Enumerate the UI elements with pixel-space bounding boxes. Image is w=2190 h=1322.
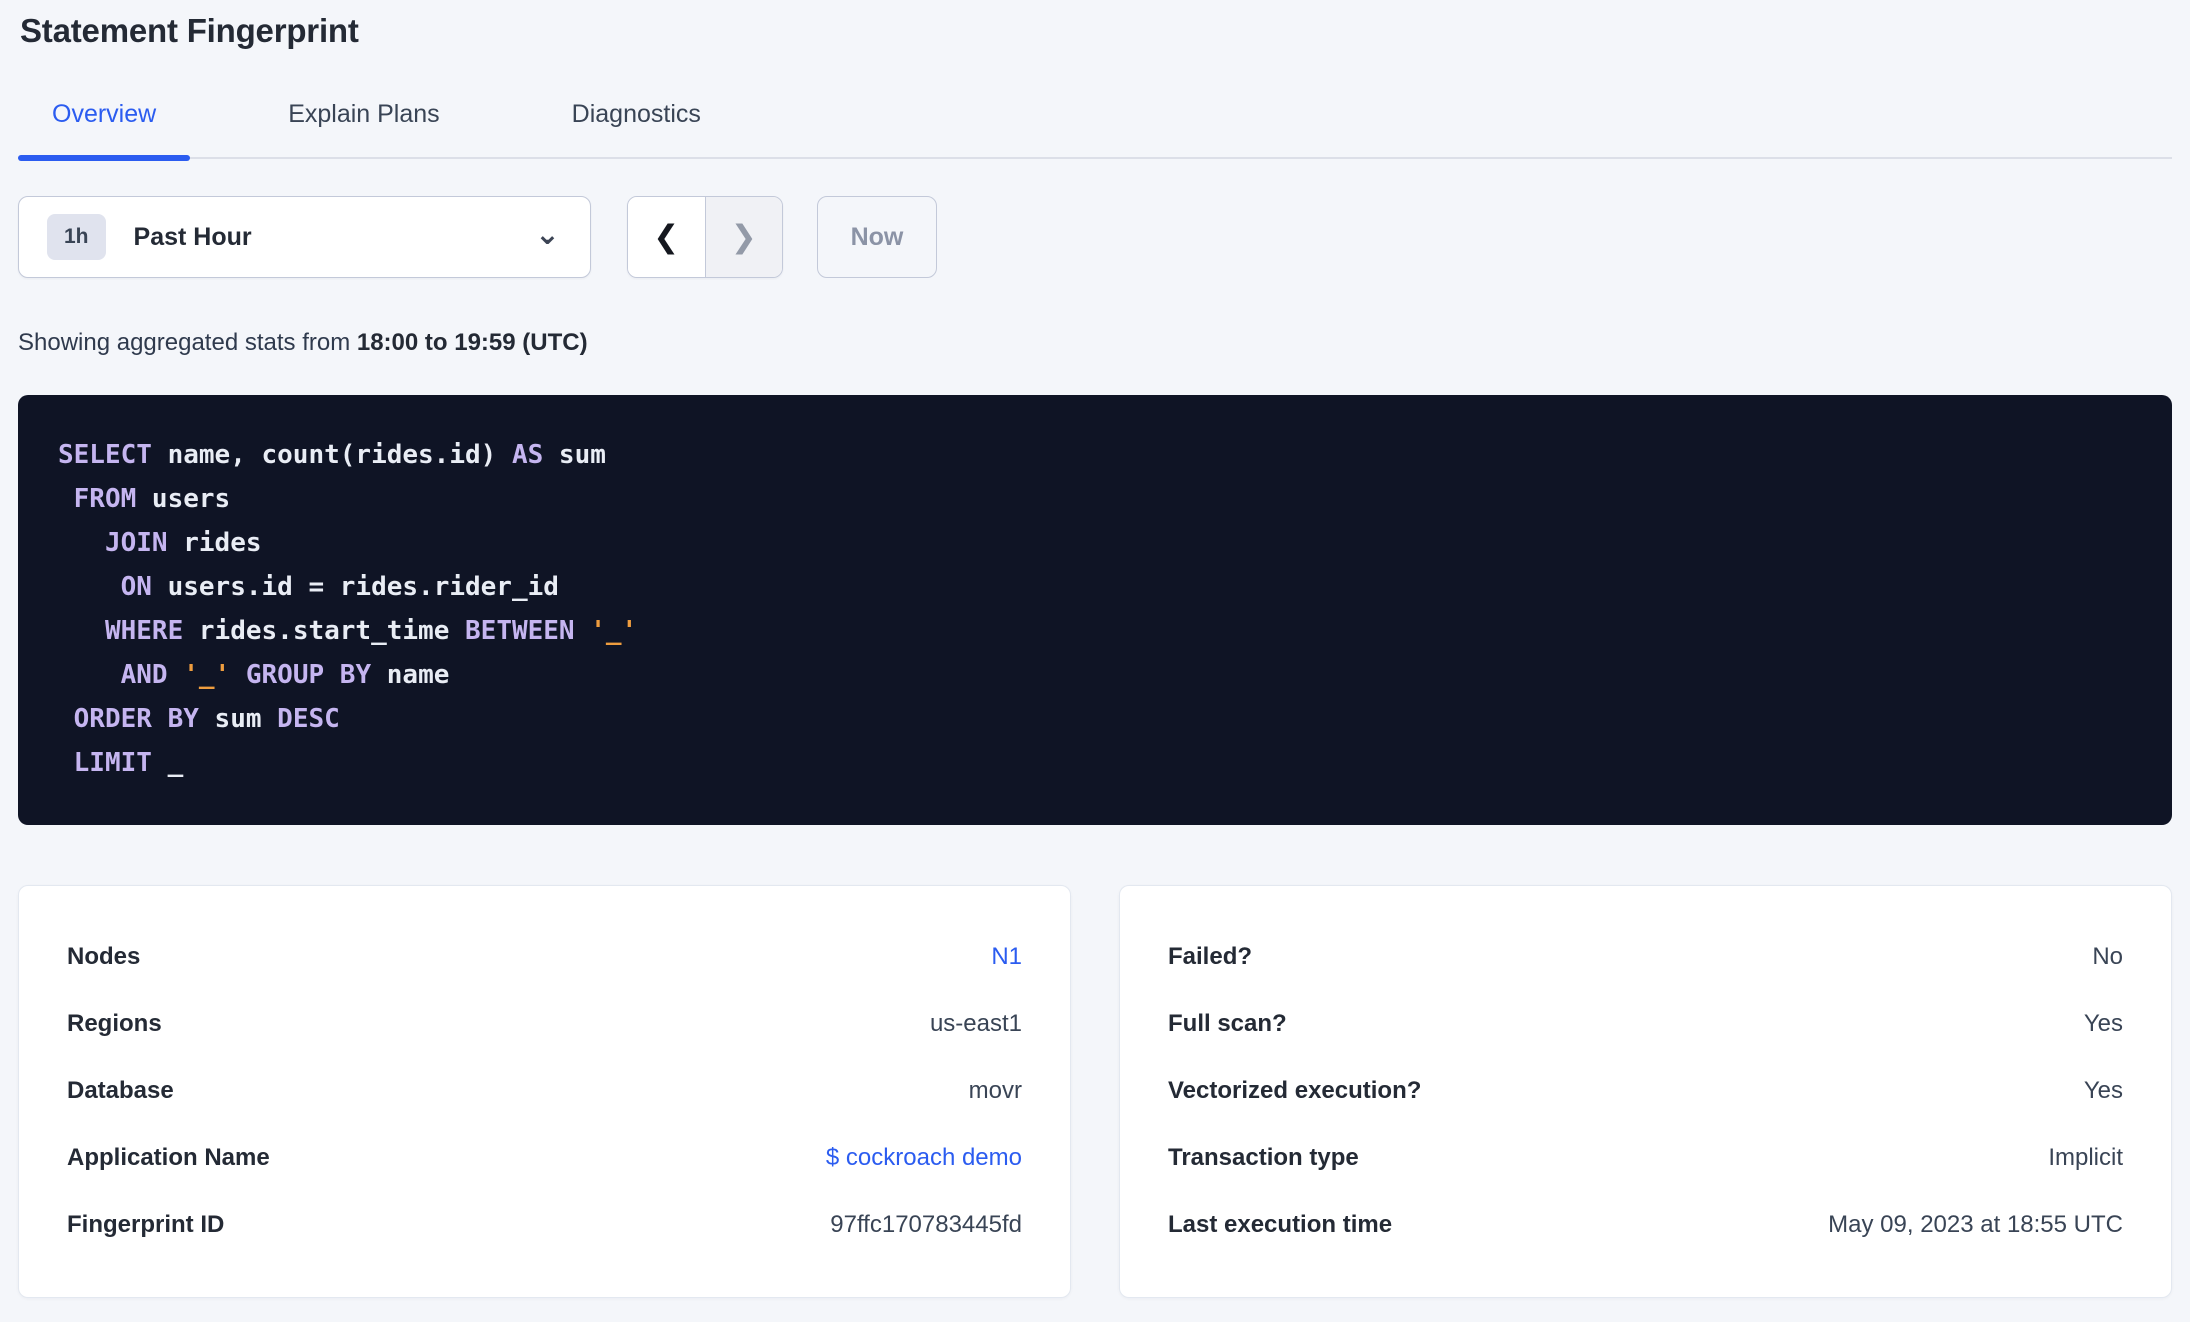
- tab-diagnostics[interactable]: Diagnostics: [538, 100, 735, 157]
- last-execution-time-value: May 09, 2023 at 18:55 UTC: [1828, 1211, 2123, 1238]
- fingerprint-id-label: Fingerprint ID: [67, 1211, 225, 1238]
- sql-statement-box: SELECT name, count(rides.id) AS sum FROM…: [18, 395, 2172, 825]
- regions-value: us-east1: [929, 1010, 1022, 1037]
- previous-interval-button[interactable]: ❮: [628, 197, 705, 277]
- row-last-execution-time: Last execution time May 09, 2023 at 18:5…: [1168, 1210, 2123, 1240]
- nodes-link[interactable]: N1: [991, 942, 1022, 972]
- chevron-down-icon: ⌄: [534, 218, 560, 251]
- row-failed: Failed? No: [1168, 942, 2123, 972]
- sql-line: LIMIT _: [73, 748, 184, 778]
- vectorized-label: Vectorized execution?: [1168, 1077, 1422, 1104]
- next-interval-button[interactable]: ❯: [704, 197, 782, 277]
- stats-prefix: Showing aggregated stats from: [18, 329, 357, 356]
- failed-label: Failed?: [1168, 943, 1253, 970]
- chevron-right-icon: ❯: [730, 219, 757, 255]
- application-name-label: Application Name: [67, 1144, 270, 1171]
- sql-line: ORDER BY sum DESC: [73, 704, 340, 734]
- sql-line: SELECT name, count(rides.id) AS sum: [58, 440, 606, 470]
- interval-label: Past Hour: [133, 222, 252, 251]
- statement-details-card: Nodes N1 Regions us-east1 Database movr …: [18, 885, 1071, 1298]
- page-title: Statement Fingerprint: [20, 12, 359, 49]
- transaction-type-label: Transaction type: [1168, 1144, 1359, 1171]
- row-fingerprint-id: Fingerprint ID 97ffc170783445fd: [67, 1210, 1022, 1240]
- now-button[interactable]: Now: [817, 196, 937, 278]
- tab-overview[interactable]: Overview: [18, 100, 191, 161]
- sql-line: WHERE rides.start_time BETWEEN '_': [104, 616, 638, 646]
- application-name-link[interactable]: $ cockroach demo: [826, 1143, 1022, 1173]
- summary-cards: Nodes N1 Regions us-east1 Database movr …: [18, 885, 2172, 1298]
- row-full-scan: Full scan? Yes: [1168, 1009, 2123, 1039]
- row-regions: Regions us-east1: [67, 1009, 1022, 1039]
- sql-line: AND '_' GROUP BY name: [120, 660, 450, 690]
- full-scan-value: Yes: [2083, 1010, 2123, 1037]
- failed-value: No: [2092, 943, 2123, 970]
- statement-fingerprint-page: Statement Fingerprint Overview Explain P…: [18, 0, 2172, 1298]
- execution-attributes-card: Failed? No Full scan? Yes Vectorized exe…: [1119, 885, 2172, 1298]
- aggregated-stats-line: Showing aggregated stats from 18:00 to 1…: [18, 329, 2172, 357]
- last-execution-time-label: Last execution time: [1168, 1211, 1393, 1238]
- full-scan-label: Full scan?: [1168, 1010, 1287, 1037]
- nodes-label: Nodes: [67, 943, 141, 970]
- vectorized-value: Yes: [2083, 1077, 2123, 1104]
- chevron-left-icon: ❮: [653, 219, 680, 255]
- sql-line: ON users.id = rides.rider_id: [120, 572, 559, 602]
- row-vectorized: Vectorized execution? Yes: [1168, 1076, 2123, 1106]
- regions-label: Regions: [67, 1010, 162, 1037]
- row-nodes: Nodes N1: [67, 942, 1022, 972]
- sql-line: FROM users: [73, 484, 231, 514]
- fingerprint-id-value: 97ffc170783445fd: [830, 1211, 1022, 1238]
- row-transaction-type: Transaction type Implicit: [1168, 1143, 2123, 1173]
- time-nav-group: ❮ ❯: [627, 196, 783, 278]
- tab-bar: Overview Explain Plans Diagnostics: [18, 100, 2172, 161]
- interval-badge: 1h: [47, 214, 106, 260]
- stats-time-range: 18:00 to 19:59 (UTC): [356, 329, 588, 356]
- time-controls: 1h Past Hour ⌄ ❮ ❯ Now: [18, 196, 2172, 278]
- database-label: Database: [67, 1077, 174, 1104]
- sql-line: JOIN rides: [104, 528, 262, 558]
- time-range-selector[interactable]: 1h Past Hour ⌄: [18, 196, 591, 278]
- row-application-name: Application Name $ cockroach demo: [67, 1143, 1022, 1173]
- transaction-type-value: Implicit: [2048, 1144, 2123, 1171]
- database-value: movr: [968, 1077, 1022, 1104]
- tab-explain-plans[interactable]: Explain Plans: [254, 100, 473, 157]
- row-database: Database movr: [67, 1076, 1022, 1106]
